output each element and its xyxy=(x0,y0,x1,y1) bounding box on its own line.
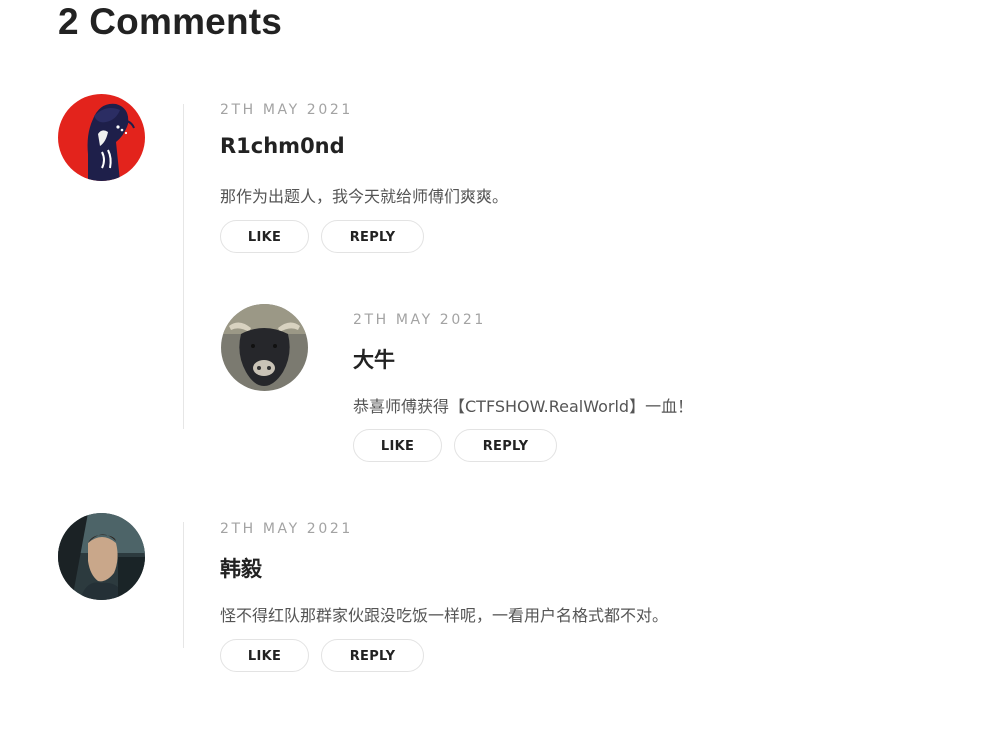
avatar[interactable] xyxy=(58,513,145,600)
like-button[interactable]: LIKE xyxy=(220,639,309,672)
comment-text: 恭喜师傅获得【CTFSHOW.RealWorld】一血！ xyxy=(353,397,694,416)
red-anime-girl-avatar-icon xyxy=(58,94,145,181)
like-button[interactable]: LIKE xyxy=(220,220,309,253)
thread-line xyxy=(183,522,184,648)
reply-button[interactable]: REPLY xyxy=(454,429,557,462)
comments-heading: 2 Comments xyxy=(58,1,283,42)
reply-button[interactable]: REPLY xyxy=(321,639,424,672)
thread-line xyxy=(183,104,184,429)
reply-button[interactable]: REPLY xyxy=(321,220,424,253)
comment-date: 2TH MAY 2021 xyxy=(353,312,486,328)
man-in-car-avatar-icon xyxy=(58,513,145,600)
comment-text: 那作为出题人，我今天就给师傅们爽爽。 xyxy=(220,187,509,206)
avatar[interactable] xyxy=(221,304,308,391)
comment-author[interactable]: 韩毅 xyxy=(220,553,262,583)
like-button[interactable]: LIKE xyxy=(353,429,442,462)
comment-date: 2TH MAY 2021 xyxy=(220,521,353,537)
comment-author[interactable]: R1chm0nd xyxy=(220,134,345,158)
comments-page: 2 Comments 2TH MAY 2021 R1chm0nd 那作为出题人，… xyxy=(0,0,999,731)
comment-author[interactable]: 大牛 xyxy=(353,344,395,374)
bull-avatar-icon xyxy=(221,304,308,391)
comment-text: 怪不得红队那群家伙跟没吃饭一样呢，一看用户名格式都不对。 xyxy=(220,606,669,625)
avatar[interactable] xyxy=(58,94,145,181)
comment-date: 2TH MAY 2021 xyxy=(220,102,353,118)
